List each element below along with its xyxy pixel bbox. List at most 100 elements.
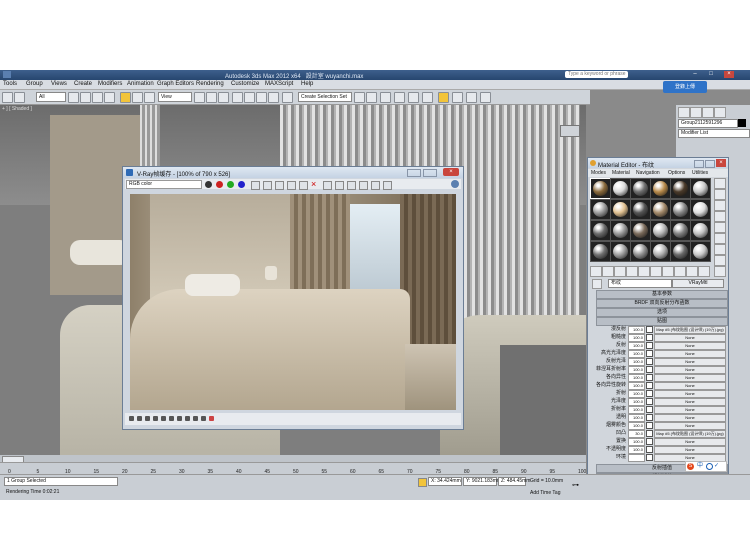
spinner-snap-icon[interactable] [268,92,279,103]
map-slot-button[interactable]: None [654,422,726,430]
map-slot-button[interactable]: None [654,334,726,342]
material-slot[interactable] [690,241,711,262]
rgb-channel-icon[interactable] [205,181,212,188]
show-end-result-icon[interactable] [686,266,698,277]
map-amount-field[interactable]: 100.0 [628,390,645,398]
map-slot-button[interactable]: None [654,350,726,358]
ime-settings-icon[interactable]: ✓ [714,462,719,471]
material-slot[interactable] [650,199,671,220]
motion-tab-icon[interactable] [714,107,726,118]
make-unique-icon[interactable] [638,266,650,277]
x-coordinate-field[interactable]: X: 34.424mm [428,477,462,486]
material-slot[interactable] [610,178,631,199]
map-slot-button[interactable]: None [654,414,726,422]
map-amount-field[interactable]: 100.0 [628,358,645,366]
map-slot-button[interactable]: Map #5 (布纹贴图 (设计师) (19万).jpg) [654,430,726,438]
schematic-view-icon[interactable] [422,92,433,103]
object-name-field[interactable]: Group2112591296 [678,119,738,128]
object-color-swatch[interactable] [738,119,746,127]
pick-material-icon[interactable] [592,279,602,289]
map-slot-button[interactable]: None [654,382,726,390]
material-slot[interactable] [650,241,671,262]
mirror-icon[interactable] [354,92,365,103]
time-slider[interactable] [0,455,586,463]
map-amount-field[interactable]: 100.0 [628,398,645,406]
add-time-tag[interactable]: Add Time Tag [530,490,560,496]
put-to-library-icon[interactable] [650,266,662,277]
menu-tools[interactable]: Tools [3,81,17,87]
put-to-scene-icon[interactable] [602,266,614,277]
map-amount-field[interactable]: 100.0 [628,342,645,350]
map-enable-checkbox[interactable] [646,390,653,397]
render-production-icon[interactable] [480,92,491,103]
go-to-parent-icon[interactable] [698,266,710,277]
map-enable-checkbox[interactable] [646,414,653,421]
med-menu-utilities[interactable]: Utilities [692,170,708,176]
material-slot[interactable] [690,178,711,199]
vfb-minimize-icon[interactable] [407,169,421,177]
move-icon[interactable] [120,92,131,103]
viewport-label[interactable]: + ] [ Shaded ] [2,106,32,112]
map-enable-checkbox[interactable] [646,446,653,453]
material-slot[interactable] [630,241,651,262]
material-slot[interactable] [670,178,691,199]
med-menu-material[interactable]: Material [612,170,630,176]
material-slot[interactable] [630,178,651,199]
material-slot[interactable] [590,220,611,241]
render-last-icon[interactable] [347,181,356,190]
backlight-icon[interactable] [714,189,726,200]
selection-lock-icon[interactable] [418,478,427,487]
rollout-header[interactable]: BRDF 双向反射分布函数 [596,299,728,308]
map-slot-button[interactable]: None [654,342,726,350]
load-image-icon[interactable] [287,181,296,190]
map-amount-field[interactable]: 100.0 [628,422,645,430]
assign-to-selection-icon[interactable] [614,266,626,277]
med-close-icon[interactable]: × [716,159,726,167]
vfb-srgb-icon[interactable] [161,416,166,421]
map-enable-checkbox[interactable] [646,406,653,413]
render-setup-icon[interactable] [452,92,463,103]
rollout-header[interactable]: 选项 [596,308,728,317]
select-by-name-icon[interactable] [80,92,91,103]
material-slot[interactable] [690,220,711,241]
undo-icon[interactable] [2,92,13,103]
viewcube-icon[interactable] [560,125,580,137]
track-mouse-icon[interactable] [323,181,332,190]
vfb-info-icon[interactable] [451,180,459,188]
select-manipulate-icon[interactable] [206,92,217,103]
med-menu-navigation[interactable]: Navigation [636,170,660,176]
map-enable-checkbox[interactable] [646,374,653,381]
keyboard-shortcut-icon[interactable] [218,92,229,103]
background-icon[interactable] [714,200,726,211]
map-amount-field[interactable]: 100.0 [628,374,645,382]
rendered-image[interactable] [130,194,456,410]
rendered-frame-window-icon[interactable] [466,92,477,103]
redo-icon[interactable] [14,92,25,103]
key-icon[interactable]: ⊶ [572,481,579,489]
align-icon[interactable] [366,92,377,103]
map-slot-button[interactable]: None [654,374,726,382]
modifier-list-dropdown[interactable]: Modifier List [678,129,750,138]
material-slot[interactable] [610,220,631,241]
map-slot-button[interactable]: None [654,366,726,374]
named-selection-set-dropdown[interactable]: Create Selection Set [298,92,352,102]
material-name-field[interactable]: 布纹 [608,279,672,288]
menu-group[interactable]: Group [26,81,43,87]
map-enable-checkbox[interactable] [646,326,653,333]
material-slot[interactable] [650,178,671,199]
material-id-channel-icon[interactable] [662,266,674,277]
map-amount-field[interactable]: 100.0 [628,446,645,454]
blue-channel-icon[interactable] [238,181,245,188]
menu-modifiers[interactable]: Modifiers [98,81,122,87]
map-enable-checkbox[interactable] [646,430,653,437]
material-slot[interactable] [630,220,651,241]
login-upload-button[interactable]: 登錄上傳 [663,81,707,93]
clear-image-icon[interactable] [299,181,308,190]
minimize-icon[interactable]: – [690,71,700,78]
vfb-levels-icon[interactable] [137,416,142,421]
map-enable-checkbox[interactable] [646,382,653,389]
close-icon[interactable]: × [724,71,734,78]
reset-map-icon[interactable] [626,266,638,277]
vfb-ab-icon[interactable] [185,416,190,421]
z-coordinate-field[interactable]: Z: 484.45mm [498,477,530,486]
